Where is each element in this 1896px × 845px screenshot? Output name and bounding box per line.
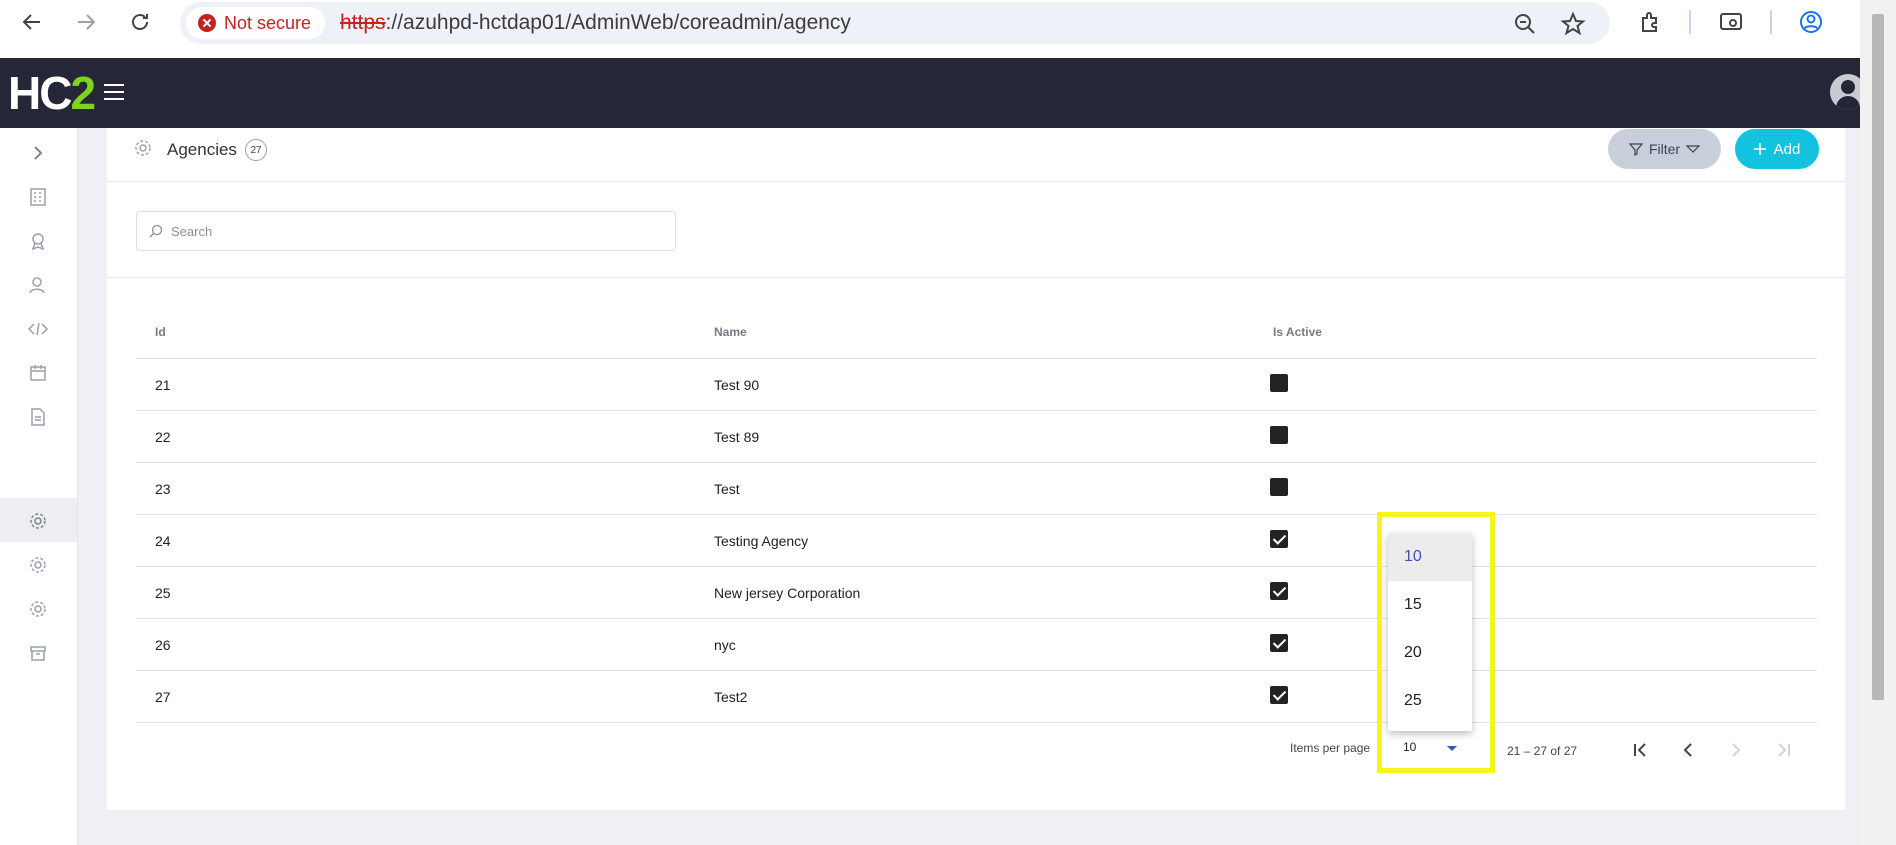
table-row[interactable]: 27 Test2 <box>136 671 1817 723</box>
divider <box>107 277 1845 278</box>
extensions-icon[interactable] <box>1638 9 1664 35</box>
active-checkbox[interactable] <box>1270 582 1288 600</box>
table-row[interactable]: 22 Test 89 <box>136 411 1817 463</box>
active-checkbox[interactable] <box>1270 426 1288 444</box>
cell-name: Test 90 <box>714 377 760 393</box>
warning-icon <box>198 14 216 32</box>
plus-icon <box>1753 143 1766 155</box>
count-badge: 27 <box>245 139 267 161</box>
active-checkbox[interactable] <box>1270 686 1288 704</box>
calendar-icon[interactable] <box>27 362 49 384</box>
document-icon[interactable] <box>27 406 49 428</box>
back-arrow-icon[interactable] <box>20 10 44 34</box>
cell-id: 25 <box>155 585 171 601</box>
cell-id: 23 <box>155 481 171 497</box>
cell-name: Test2 <box>714 689 748 705</box>
scrollbar[interactable] <box>1860 0 1896 845</box>
table-row[interactable]: 25 New jersey Corporation <box>136 567 1817 619</box>
reload-icon[interactable] <box>128 10 152 34</box>
filter-button[interactable]: Filter <box>1608 129 1721 169</box>
logo-accent: 2 <box>70 67 96 119</box>
active-checkbox[interactable] <box>1270 478 1288 496</box>
profile-icon[interactable] <box>1798 9 1824 35</box>
url-path: ://azuhpd-hctdap01/AdminWeb/coreadmin/ag… <box>385 11 851 34</box>
browser-toolbar: Not secure https://azuhpd-hctdap01/Admin… <box>0 0 1860 58</box>
zoom-icon[interactable] <box>1512 11 1538 37</box>
active-checkbox[interactable] <box>1270 634 1288 652</box>
app-logo[interactable]: HC2 <box>8 66 96 120</box>
range-label: 21 – 27 of 27 <box>1507 744 1578 758</box>
filter-label: Filter <box>1648 141 1681 157</box>
items-per-page-label: Items per page <box>1290 741 1371 755</box>
sidebar <box>0 128 78 845</box>
last-page-icon[interactable] <box>1772 738 1796 762</box>
agencies-table: Id Name Is Active 21 Test 90 22 Test 89 … <box>136 307 1817 723</box>
scrollbar-thumb[interactable] <box>1872 14 1884 700</box>
cell-name: Test 89 <box>714 429 760 445</box>
settings-icon[interactable] <box>27 598 49 620</box>
url-scheme: https <box>340 11 386 34</box>
column-header-name[interactable]: Name <box>714 325 747 339</box>
cell-name: Testing Agency <box>714 533 809 549</box>
award-icon[interactable] <box>27 230 49 252</box>
url-text[interactable]: https://azuhpd-hctdap01/AdminWeb/coreadm… <box>340 11 851 35</box>
forward-arrow-icon[interactable] <box>74 10 98 34</box>
settings-icon[interactable] <box>27 554 49 576</box>
table-header: Id Name Is Active <box>136 307 1817 359</box>
code-icon[interactable] <box>27 318 49 340</box>
search-icon <box>149 224 163 238</box>
security-label: Not secure <box>224 12 312 33</box>
gear-icon <box>135 140 151 156</box>
agencies-card: Agencies 27 Filter Add Id Name Is Active… <box>107 128 1845 810</box>
building-icon[interactable] <box>27 186 49 208</box>
column-header-is-active[interactable]: Is Active <box>1273 325 1322 339</box>
toolbar-divider <box>1689 10 1691 34</box>
cell-id: 27 <box>155 689 171 705</box>
cell-id: 26 <box>155 637 171 653</box>
security-chip[interactable]: Not secure <box>186 7 326 39</box>
archive-icon[interactable] <box>27 642 49 664</box>
first-page-icon[interactable] <box>1628 738 1652 762</box>
settings-icon[interactable] <box>27 510 49 532</box>
bookmark-star-icon[interactable] <box>1560 11 1586 37</box>
menu-icon[interactable] <box>104 84 124 102</box>
app-header: HC2 <box>0 58 1866 128</box>
page-title: Agencies <box>167 140 237 159</box>
table-row[interactable]: 24 Testing Agency <box>136 515 1817 567</box>
address-bar[interactable]: Not secure https://azuhpd-hctdap01/Admin… <box>180 2 1610 44</box>
active-checkbox[interactable] <box>1270 530 1288 548</box>
filter-icon <box>1628 143 1643 156</box>
table-row[interactable]: 21 Test 90 <box>136 359 1817 411</box>
cell-id: 21 <box>155 377 171 393</box>
chevron-down-icon <box>1686 145 1701 153</box>
toolbar-divider <box>1770 10 1772 34</box>
chevron-right-icon[interactable] <box>27 142 49 164</box>
next-page-icon[interactable] <box>1724 738 1748 762</box>
previous-page-icon[interactable] <box>1676 738 1700 762</box>
highlight-annotation <box>1377 512 1495 773</box>
logo-text: HC <box>8 67 72 119</box>
column-header-id[interactable]: Id <box>155 325 166 339</box>
users-icon[interactable] <box>27 274 49 296</box>
active-checkbox[interactable] <box>1270 374 1288 392</box>
table-row[interactable]: 26 nyc <box>136 619 1817 671</box>
cell-id: 24 <box>155 533 171 549</box>
search-field[interactable] <box>136 211 676 251</box>
cell-id: 22 <box>155 429 171 445</box>
card-header: Agencies 27 Filter Add <box>107 128 1845 182</box>
cell-name: Test <box>714 481 740 497</box>
search-input[interactable] <box>171 223 651 239</box>
add-label: Add <box>1773 140 1801 158</box>
search-labs-icon[interactable] <box>1718 9 1744 35</box>
cell-name: New jersey Corporation <box>714 585 861 601</box>
add-button[interactable]: Add <box>1735 129 1819 169</box>
table-row[interactable]: 23 Test <box>136 463 1817 515</box>
cell-name: nyc <box>714 637 736 653</box>
